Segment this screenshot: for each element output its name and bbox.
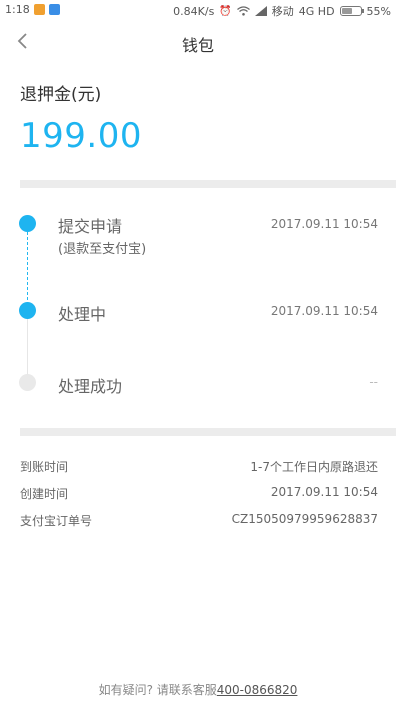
page-title: 钱包 xyxy=(181,36,214,55)
help-footer: 如有疑问? 请联系客服400-0866820 xyxy=(0,681,396,698)
battery-percent: 55% xyxy=(366,4,391,18)
timeline-pending-line xyxy=(27,318,28,380)
detail-row-order-no: 支付宝订单号 CZ150509799596288​37 xyxy=(20,512,378,530)
timeline-time-submitted: 2017.09.11 10:54 xyxy=(270,217,378,231)
timeline-label-submitted: 提交申请 xyxy=(58,217,123,236)
timeline-label-processing: 处理中 xyxy=(58,305,107,324)
timeline-sub-submitted: (退款至支付宝) xyxy=(58,242,147,257)
timeline-time-success: -- xyxy=(369,375,378,389)
app-notification-icon-2 xyxy=(48,4,60,15)
refund-amount: 199.00 xyxy=(20,116,142,156)
status-time: 1:18 xyxy=(5,3,30,16)
timeline-label-success: 处理成功 xyxy=(58,377,123,396)
carrier-name: 移动 xyxy=(271,5,294,18)
wifi-icon xyxy=(236,6,250,16)
section-divider-2 xyxy=(20,428,396,436)
network-speed: 0.84K/s xyxy=(173,4,215,18)
detail-key: 支付宝订单号 xyxy=(20,514,93,528)
timeline-dot-success xyxy=(19,374,36,391)
battery-icon xyxy=(339,6,364,16)
detail-row-created: 创建时间 2017.09.11 10:54 xyxy=(20,485,378,503)
nav-header: 钱包 xyxy=(0,20,396,64)
detail-key: 到账时间 xyxy=(20,460,69,474)
detail-value: CZ150509799596288​37 xyxy=(231,512,378,526)
customer-service-phone-link[interactable]: 400-0866820 xyxy=(217,683,298,697)
timeline-dot-submitted xyxy=(19,215,36,232)
status-bar: 1:18 0.84K/s ⏰ 移动 4G HD 55% xyxy=(0,0,396,20)
detail-value: 2017.09.11 10:54 xyxy=(270,485,378,499)
help-text: 如有疑问? 请联系客服 xyxy=(98,683,217,697)
refund-label: 退押金(元) xyxy=(20,85,102,105)
signal-icon xyxy=(254,6,267,16)
detail-key: 创建时间 xyxy=(20,487,69,501)
detail-row-arrival: 到账时间 1-7个工作日内原路退还 xyxy=(20,458,378,476)
detail-value: 1-7个工作日内原路退还 xyxy=(250,460,378,474)
timeline-dot-processing xyxy=(19,302,36,319)
section-divider xyxy=(20,180,396,188)
network-type: 4G HD xyxy=(298,4,335,18)
timeline-progress-line xyxy=(27,232,28,310)
timeline-time-processing: 2017.09.11 10:54 xyxy=(270,304,378,318)
alarm-icon: ⏰ xyxy=(219,5,232,17)
app-notification-icon xyxy=(33,4,45,15)
